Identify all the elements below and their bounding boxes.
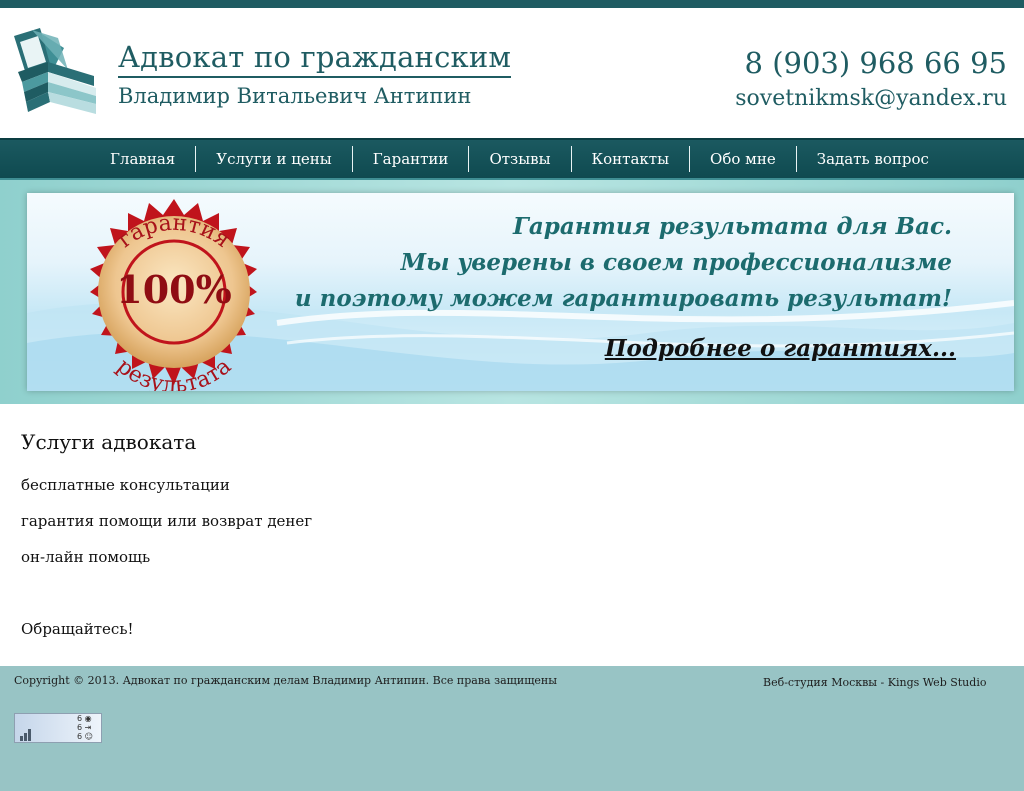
nav-item-home[interactable]: Главная: [90, 146, 197, 172]
seal-percent: 100%: [116, 267, 231, 312]
nav-items: Главная Услуги и цены Гарантии Отзывы Ко…: [90, 140, 949, 178]
banner-line-2: Мы уверены в своем профессионализме: [400, 249, 952, 276]
copyright-text: Copyright © 2013. Адвокат по гражданским…: [14, 674, 558, 687]
site-title[interactable]: Адвокат по гражданским: [118, 38, 512, 78]
header: Адвокат по гражданским Владимир Витальев…: [0, 8, 1024, 138]
nav-item-ask-question[interactable]: Задать вопрос: [797, 146, 949, 172]
counter-views: 6: [77, 714, 83, 723]
banner-line-1: Гарантия результата для Вас.: [512, 213, 952, 240]
nav-item-services[interactable]: Услуги и цены: [196, 146, 353, 172]
main-content: Услуги адвоката бесплатные консультации …: [21, 430, 1001, 656]
nav-item-guarantees[interactable]: Гарантии: [353, 146, 470, 172]
counter-visits: 6: [77, 723, 83, 732]
main-nav: Главная Услуги и цены Гарантии Отзывы Ко…: [0, 138, 1024, 180]
web-studio-link[interactable]: Веб-студия Москвы - Kings Web Studio: [763, 676, 986, 689]
bar-chart-icon: [20, 729, 31, 741]
page: Адвокат по гражданским Владимир Витальев…: [0, 0, 1024, 791]
banner-line-3: и поэтому можем гарантировать результат!: [294, 285, 952, 312]
guarantee-banner[interactable]: гарантия 100% результата Гарантия резуль…: [27, 193, 1014, 391]
eye-icon: ◉: [84, 714, 92, 723]
site-subtitle: Владимир Витальевич Антипин: [118, 84, 472, 108]
counter-values: 6 ◉ 6 ⇥ 6 ☺: [77, 714, 93, 741]
nav-item-about[interactable]: Обо мне: [690, 146, 797, 172]
person-icon: ☺: [84, 732, 93, 741]
guarantee-details-link[interactable]: Подробнее о гарантиях...: [605, 335, 956, 362]
email-address[interactable]: sovetnikmsk@yandex.ru: [735, 86, 1007, 111]
counter-visitors: 6: [77, 732, 83, 741]
top-strip: [0, 0, 1024, 8]
phone-number: 8 (903) 968 66 95: [744, 46, 1007, 80]
book-stack-icon[interactable]: [12, 26, 98, 118]
nav-item-contacts[interactable]: Контакты: [572, 146, 691, 172]
closing-text: Обращайтесь!: [21, 620, 134, 638]
service-item: он-лайн помощь: [21, 548, 151, 566]
section-title: Услуги адвоката: [21, 430, 197, 454]
service-item: бесплатные консультации: [21, 476, 230, 494]
enter-icon: ⇥: [84, 723, 92, 732]
nav-item-reviews[interactable]: Отзывы: [469, 146, 572, 172]
visit-counter[interactable]: 6 ◉ 6 ⇥ 6 ☺: [14, 713, 102, 743]
service-item: гарантия помощи или возврат денег: [21, 512, 313, 530]
footer: Copyright © 2013. Адвокат по гражданским…: [0, 666, 1024, 791]
guarantee-seal: гарантия 100% результата: [90, 199, 257, 391]
